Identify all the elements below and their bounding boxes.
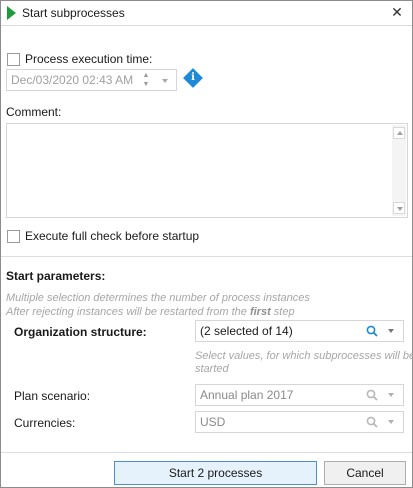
- org-structure-value: (2 selected of 14): [200, 324, 293, 338]
- restart-hint-part-2: step: [270, 306, 295, 318]
- chevron-down-icon: [388, 420, 394, 424]
- plan-scenario-combo: Annual plan 2017: [195, 384, 404, 406]
- execution-datetime-field[interactable]: Dec/03/2020 02:43 AM ▲ ▼: [6, 69, 177, 91]
- multiple-selection-hint: Multiple selection determines the number…: [6, 292, 310, 304]
- plan-scenario-value: Annual plan 2017: [200, 388, 294, 402]
- currencies-value: USD: [200, 415, 226, 429]
- org-structure-hint-line1: Select values, for which subprocesses wi…: [195, 350, 413, 362]
- chevron-down-icon: [388, 393, 394, 397]
- currencies-label: Currencies:: [14, 416, 76, 430]
- scroll-down-icon: [397, 207, 403, 211]
- start-subprocesses-dialog: Start subprocesses ✕ Process execution t…: [0, 0, 413, 488]
- org-structure-combo[interactable]: (2 selected of 14): [195, 320, 404, 342]
- spin-up-icon[interactable]: ▲: [141, 71, 151, 80]
- title-divider: [1, 25, 412, 26]
- chevron-down-icon[interactable]: [388, 329, 394, 333]
- datetime-value: Dec/03/2020 02:43 AM: [11, 73, 134, 87]
- title-bar: Start subprocesses ✕: [1, 1, 412, 25]
- restart-hint: After rejecting instances will be restar…: [6, 306, 295, 318]
- org-structure-label: Organization structure:: [14, 325, 147, 339]
- play-icon: [7, 6, 16, 20]
- execution-time-label: Process execution time:: [25, 52, 153, 66]
- comment-scrollbar[interactable]: [392, 125, 406, 216]
- scroll-up-button[interactable]: [393, 127, 405, 139]
- full-check-checkbox[interactable]: [7, 230, 20, 243]
- info-diamond-icon[interactable]: i: [183, 68, 203, 88]
- start-parameters-heading: Start parameters:: [6, 269, 106, 283]
- datetime-spinner[interactable]: ▲ ▼: [141, 71, 151, 89]
- plan-scenario-label: Plan scenario:: [14, 389, 91, 403]
- start-processes-button[interactable]: Start 2 processes: [114, 461, 317, 485]
- search-icon: [366, 389, 378, 401]
- cancel-button[interactable]: Cancel: [324, 461, 406, 485]
- comment-label: Comment:: [6, 105, 62, 119]
- org-structure-hint-line2: started: [195, 363, 229, 375]
- scroll-up-icon: [397, 131, 403, 135]
- execution-time-checkbox[interactable]: [7, 53, 20, 66]
- currencies-combo: USD: [195, 411, 404, 433]
- scroll-down-button[interactable]: [393, 202, 405, 214]
- spin-down-icon[interactable]: ▼: [141, 80, 151, 89]
- section-divider: [1, 256, 412, 257]
- chevron-down-icon[interactable]: [162, 79, 168, 83]
- restart-hint-part-1: After rejecting instances will be restar…: [6, 306, 250, 318]
- restart-hint-bold: first: [249, 306, 271, 318]
- comment-textarea[interactable]: [6, 123, 408, 218]
- close-button[interactable]: ✕: [387, 3, 407, 21]
- full-check-label: Execute full check before startup: [25, 229, 200, 243]
- dialog-title: Start subprocesses: [22, 6, 125, 20]
- search-icon[interactable]: [366, 325, 378, 337]
- search-icon: [366, 416, 378, 428]
- footer-divider: [1, 452, 412, 453]
